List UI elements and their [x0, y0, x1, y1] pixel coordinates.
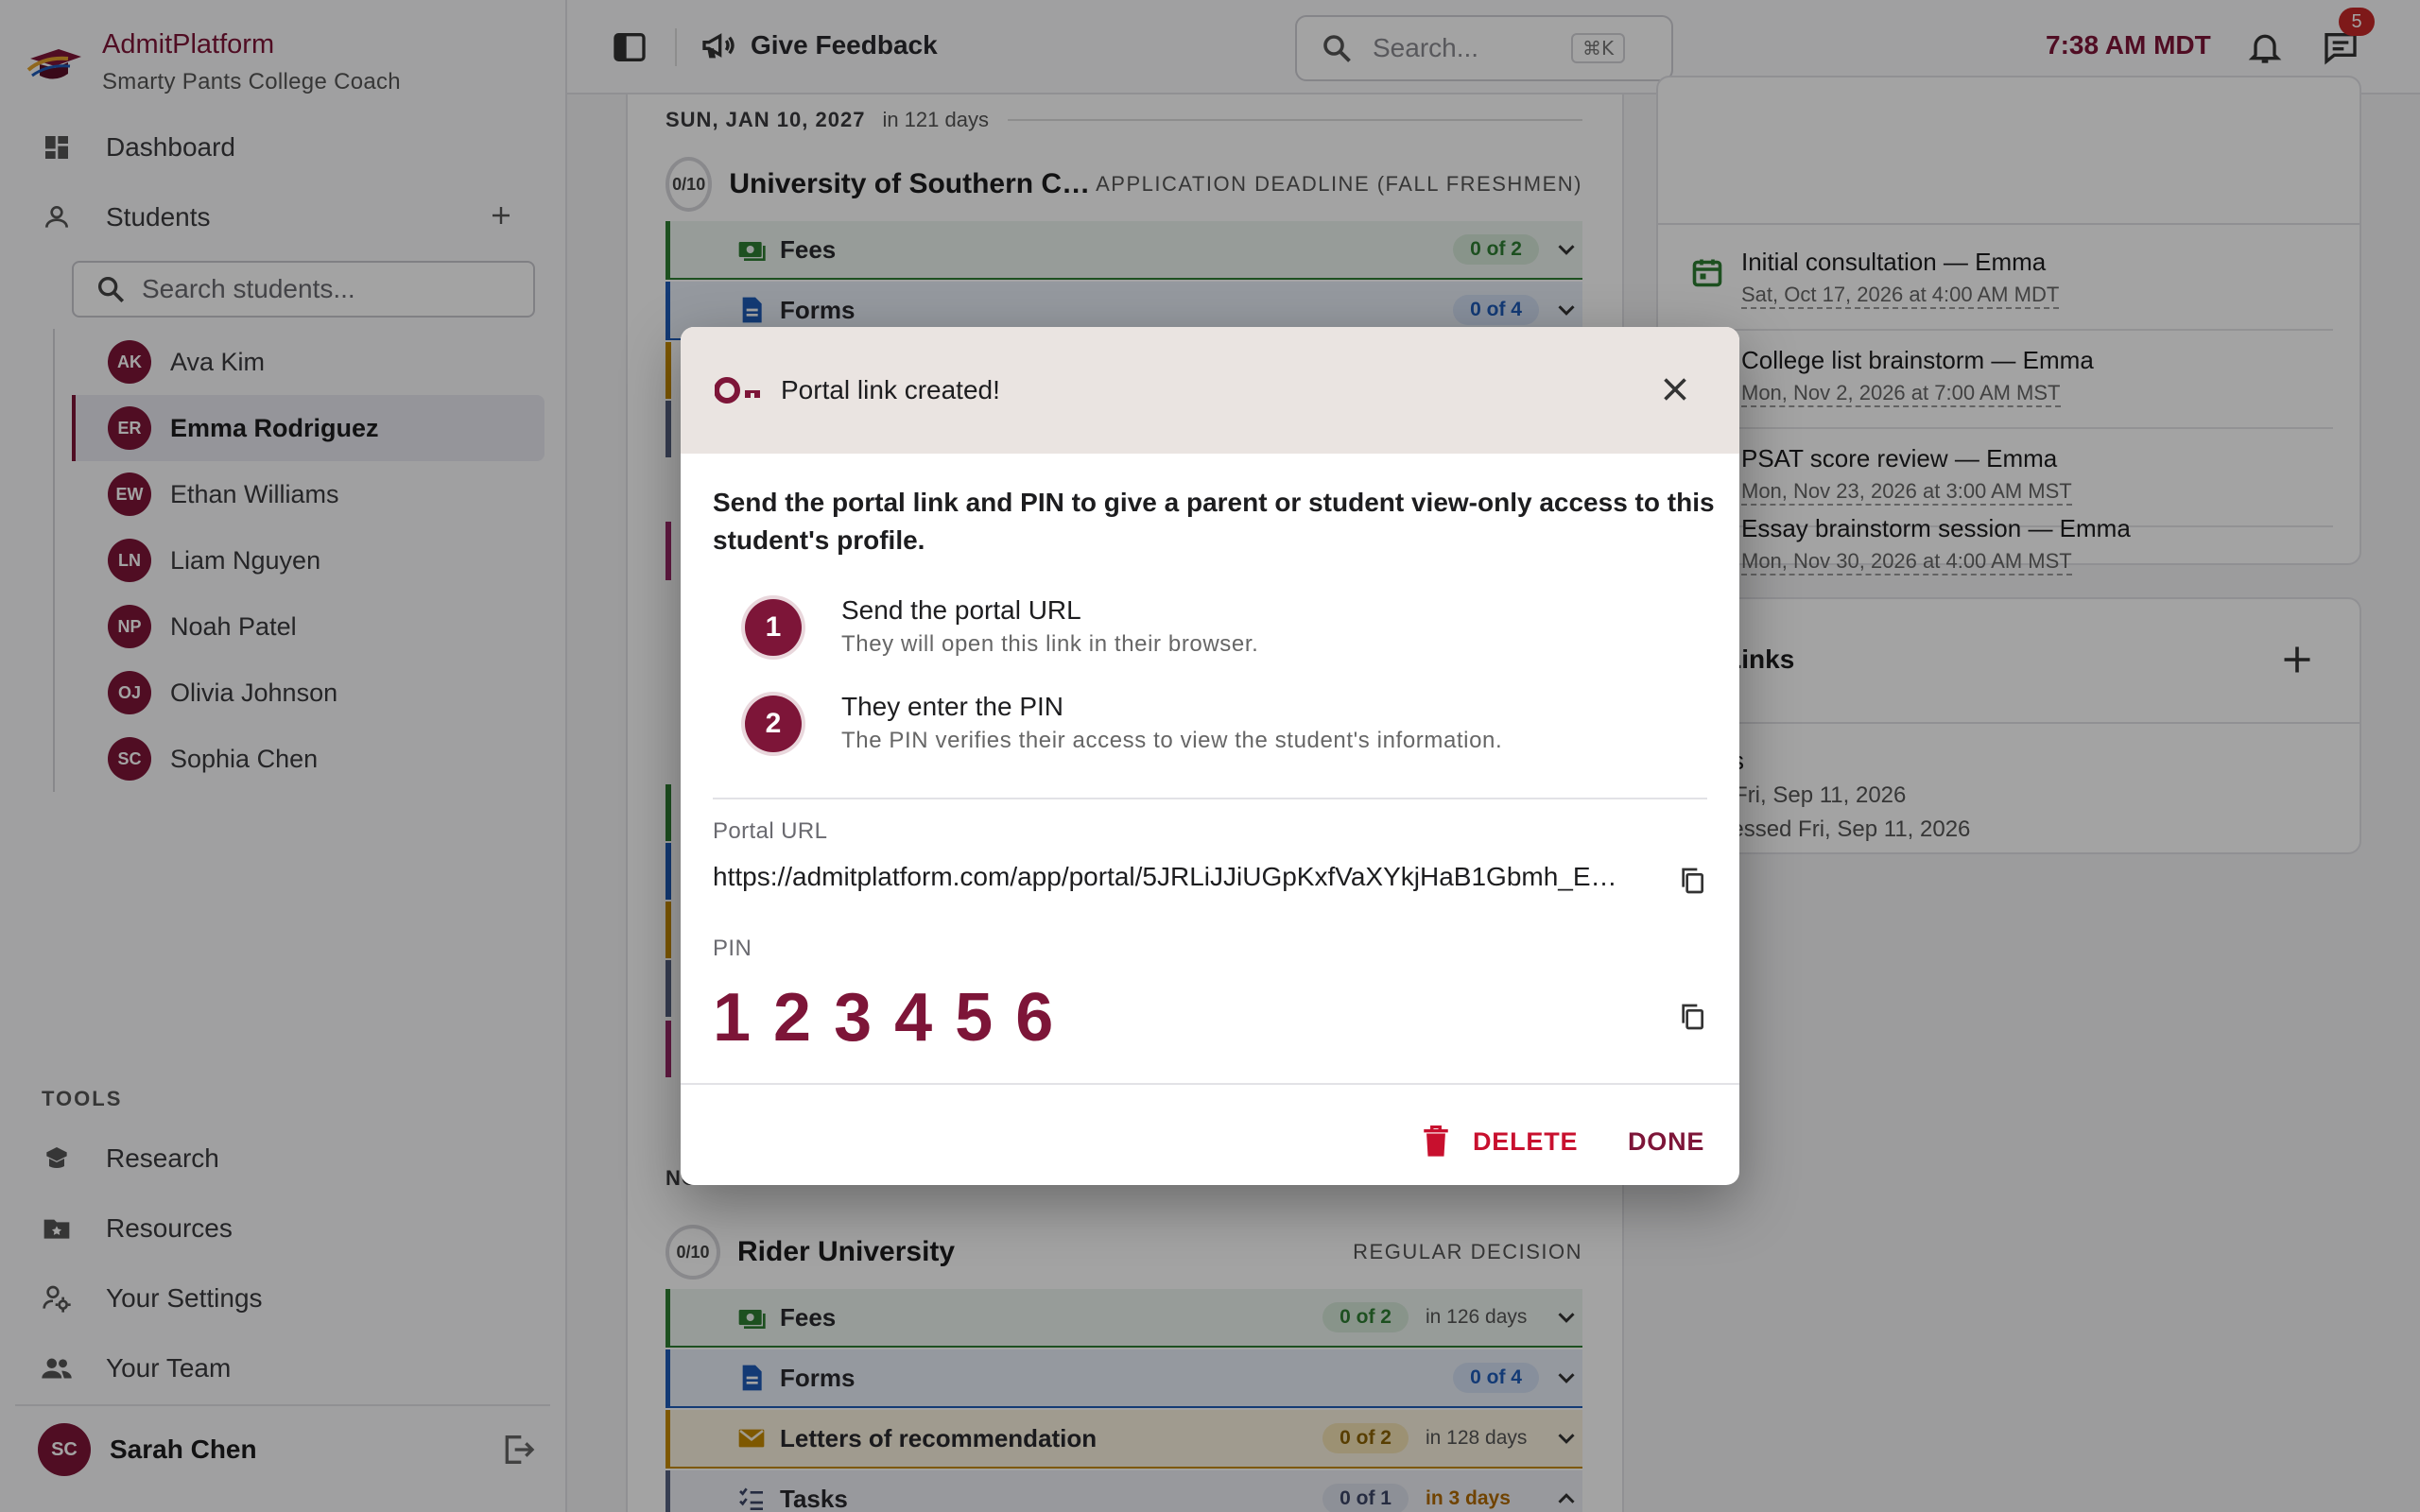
- step-number: 2: [745, 696, 802, 752]
- dialog-header: Portal link created!: [681, 327, 1739, 454]
- copy-pin-icon[interactable]: [1677, 1002, 1707, 1032]
- step-title: They enter the PIN: [841, 692, 1064, 721]
- portal-link-dialog: Portal link created! Send the portal lin…: [681, 327, 1739, 1185]
- instruction-step: 2 They enter the PIN The PIN verifies th…: [745, 690, 1502, 758]
- divider: [713, 798, 1707, 799]
- dialog-title: Portal link created!: [781, 375, 1000, 404]
- delete-button[interactable]: DELETE: [1422, 1115, 1578, 1168]
- key-icon: [715, 377, 760, 404]
- instruction-step: 1 Send the portal URL They will open thi…: [745, 593, 1258, 662]
- portal-url-value[interactable]: https://admitplatform.com/app/portal/5JR…: [713, 862, 1658, 892]
- copy-url-icon[interactable]: [1677, 866, 1707, 896]
- step-description: The PIN verifies their access to view th…: [841, 728, 1503, 753]
- portal-url-label: Portal URL: [713, 818, 828, 844]
- trash-icon: [1424, 1125, 1448, 1157]
- step-title: Send the portal URL: [841, 595, 1081, 625]
- close-icon[interactable]: [1658, 372, 1692, 406]
- divider: [681, 1083, 1739, 1085]
- step-description: They will open this link in their browse…: [841, 631, 1259, 657]
- done-button-label: DONE: [1628, 1126, 1705, 1156]
- dialog-intro: Send the portal link and PIN to give a p…: [713, 488, 1715, 555]
- delete-button-label: DELETE: [1473, 1126, 1579, 1156]
- done-button[interactable]: DONE: [1628, 1115, 1704, 1168]
- pin-label: PIN: [713, 936, 752, 961]
- step-number: 1: [745, 599, 802, 656]
- pin-value[interactable]: 123456: [713, 977, 1076, 1058]
